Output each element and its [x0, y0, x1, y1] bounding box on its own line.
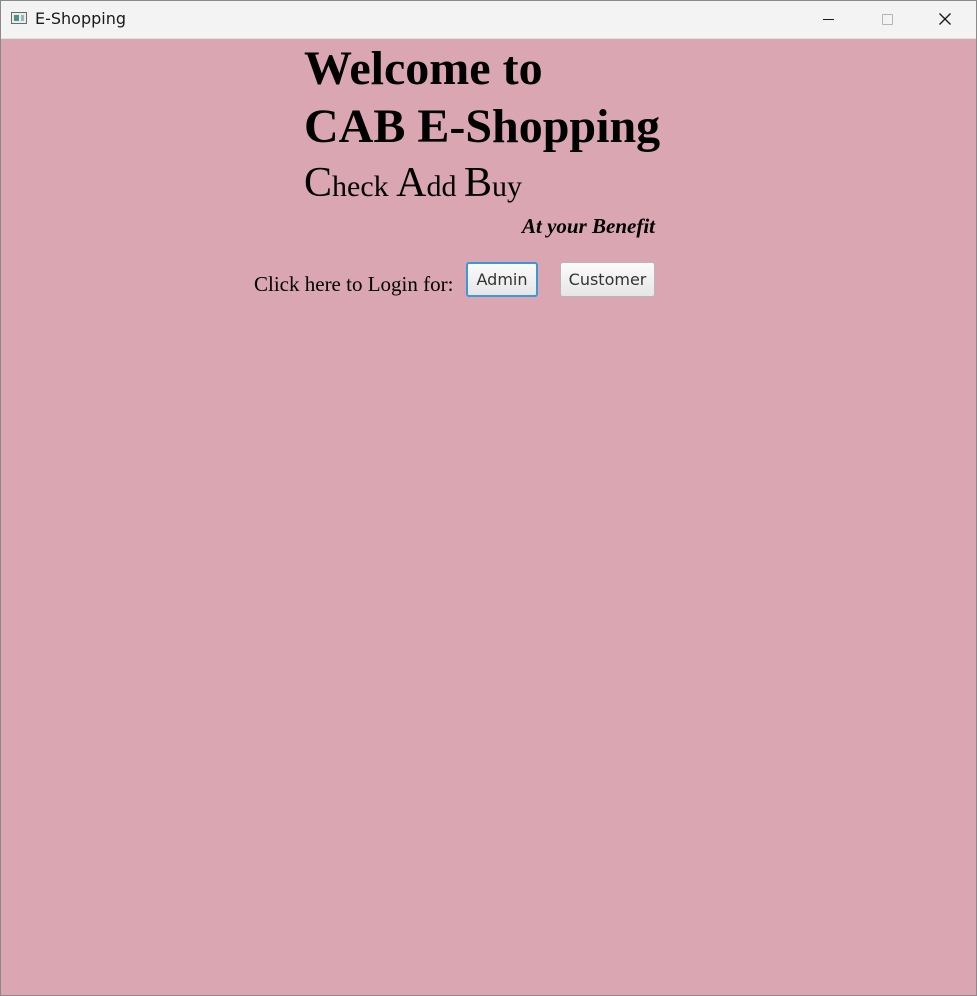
close-icon	[939, 13, 951, 25]
tagline-dd: dd	[426, 170, 464, 203]
title-bar[interactable]: E-Shopping	[1, 1, 976, 39]
login-prompt-label: Click here to Login for:	[254, 272, 454, 296]
tagline-uy: uy	[492, 170, 523, 203]
store-name-heading: CAB E-Shopping	[304, 100, 661, 153]
minimize-button[interactable]	[800, 1, 858, 38]
tagline-heck: heck	[332, 170, 397, 203]
maximize-button[interactable]	[858, 1, 916, 38]
main-content: Welcome to CAB E-Shopping Check Add Buy …	[1, 39, 976, 995]
tagline-a: A	[396, 160, 427, 206]
minimize-icon	[823, 19, 834, 20]
app-window: E-Shopping Welcome to CAB E-Shopping Che…	[0, 0, 977, 996]
benefit-text: At your Benefit	[522, 214, 656, 238]
admin-login-button[interactable]: Admin	[466, 262, 538, 297]
customer-login-button[interactable]: Customer	[560, 262, 655, 297]
tagline-b: B	[464, 160, 493, 206]
close-button[interactable]	[916, 1, 974, 38]
window-title: E-Shopping	[35, 9, 127, 28]
maximize-icon	[882, 14, 893, 25]
welcome-heading: Welcome to	[304, 42, 543, 95]
tagline-c: C	[304, 160, 333, 206]
tagline: Check Add Buy	[304, 161, 522, 209]
app-window-icon	[11, 12, 27, 24]
